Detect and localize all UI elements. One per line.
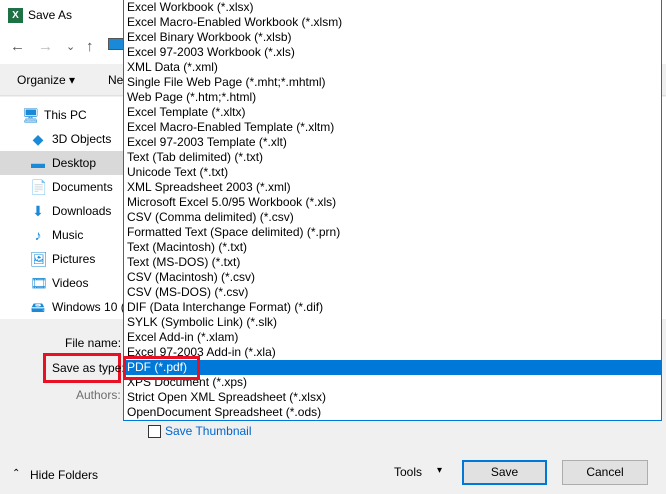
file-type-option[interactable]: Text (MS-DOS) (*.txt) [124, 255, 661, 270]
file-type-option[interactable]: Excel Workbook (*.xlsx) [124, 0, 661, 15]
sidebar-item-label: Music [52, 228, 84, 242]
sidebar-item[interactable]: 🖥 This PC [0, 103, 124, 127]
file-type-option[interactable]: CSV (Macintosh) (*.csv) [124, 270, 661, 285]
sidebar-item-label: Downloads [52, 204, 112, 218]
sidebar-item-label: Pictures [52, 252, 96, 266]
sidebar-item-label: This PC [44, 108, 87, 122]
sidebar-item[interactable]: ◆ 3D Objects [0, 127, 124, 151]
save-as-type-dropdown-list[interactable]: Excel Workbook (*.xlsx) Excel Macro-Enabl… [123, 0, 662, 421]
file-type-option[interactable]: Excel 97-2003 Template (*.xlt) [124, 135, 661, 150]
up-button[interactable]: ↑ [86, 38, 94, 55]
file-name-label: File name: [65, 336, 122, 350]
file-type-option[interactable]: Excel Macro-Enabled Workbook (*.xlsm) [124, 15, 661, 30]
sidebar-icon: ◆ [32, 131, 44, 147]
address-bar-desktop-icon[interactable] [108, 38, 124, 50]
sidebar-item[interactable]: 🖴 Windows 10 ( [0, 295, 125, 319]
new-folder-button[interactable]: Ne [108, 73, 123, 87]
sidebar-icon: 🎞 [30, 275, 48, 291]
file-type-option[interactable]: Microsoft Excel 5.0/95 Workbook (*.xls) [124, 195, 661, 210]
file-type-option[interactable]: XML Data (*.xml) [124, 60, 661, 75]
sidebar-item[interactable]: ♪ Music [0, 223, 124, 247]
sidebar-icon: 🖥 [22, 107, 40, 123]
chevron-up-icon[interactable]: ⌃ [12, 468, 20, 479]
file-type-option[interactable]: Excel 97-2003 Workbook (*.xls) [124, 45, 661, 60]
save-button[interactable]: Save [462, 460, 547, 485]
file-type-option[interactable]: Web Page (*.htm;*.html) [124, 90, 661, 105]
sidebar-item[interactable]: ▬ Desktop [0, 151, 124, 175]
file-type-option[interactable]: Excel Binary Workbook (*.xlsb) [124, 30, 661, 45]
tools-button[interactable]: Tools [394, 465, 422, 479]
file-type-option[interactable]: XPS Document (*.xps) [124, 375, 661, 390]
file-type-option[interactable]: DIF (Data Interchange Format) (*.dif) [124, 300, 661, 315]
file-type-option[interactable]: CSV (MS-DOS) (*.csv) [124, 285, 661, 300]
sidebar-item[interactable]: ⬇ Downloads [0, 199, 124, 223]
file-type-option[interactable]: Excel Template (*.xltx) [124, 105, 661, 120]
file-type-option[interactable]: Excel Macro-Enabled Template (*.xltm) [124, 120, 661, 135]
save-thumbnail-checkbox[interactable] [148, 425, 161, 438]
window-title: Save As [28, 8, 73, 22]
file-type-option[interactable]: Single File Web Page (*.mht;*.mhtml) [124, 75, 661, 90]
excel-icon: X [8, 8, 23, 23]
file-type-option[interactable]: Formatted Text (Space delimited) (*.prn) [124, 225, 661, 240]
authors-label: Authors: [76, 388, 121, 402]
sidebar-item-label: Videos [52, 276, 89, 290]
forward-button[interactable]: → [38, 38, 53, 55]
sidebar-item[interactable]: 🎞 Videos [0, 271, 124, 295]
file-type-option[interactable]: OpenDocument Spreadsheet (*.ods) [124, 405, 661, 420]
sidebar-icon: 🖴 [30, 299, 46, 315]
file-type-option[interactable]: Text (Tab delimited) (*.txt) [124, 150, 661, 165]
file-type-option[interactable]: Strict Open XML Spreadsheet (*.xlsx) [124, 390, 661, 405]
sidebar-item[interactable]: 📄 Documents [0, 175, 124, 199]
sidebar-item-label: Desktop [52, 156, 97, 170]
sidebar-icon: 📄 [30, 179, 48, 195]
file-type-option[interactable]: Excel Add-in (*.xlam) [124, 330, 661, 345]
file-type-option[interactable]: Unicode Text (*.txt) [124, 165, 661, 180]
save-as-type-label: Save as type: [52, 361, 125, 375]
hide-folders-button[interactable]: Hide Folders [30, 468, 98, 482]
recent-locations-button[interactable]: ⌄ [66, 40, 75, 53]
file-type-option[interactable]: XML Spreadsheet 2003 (*.xml) [124, 180, 661, 195]
pdf-option-highlight [123, 356, 200, 380]
sidebar-item-label: 3D Objects [52, 132, 112, 146]
organize-button[interactable]: Organize ▾ [17, 73, 75, 87]
sidebar-icon: ♪ [34, 227, 42, 243]
save-thumbnail-label[interactable]: Save Thumbnail [165, 424, 252, 438]
file-type-option[interactable]: Text (Macintosh) (*.txt) [124, 240, 661, 255]
file-type-option[interactable]: PDF (*.pdf) [124, 360, 661, 375]
cancel-button[interactable]: Cancel [562, 460, 648, 485]
file-type-option[interactable]: CSV (Comma delimited) (*.csv) [124, 210, 661, 225]
sidebar-icon: 🖼 [30, 251, 48, 267]
file-type-option[interactable]: SYLK (Symbolic Link) (*.slk) [124, 315, 661, 330]
sidebar-item[interactable]: 🖼 Pictures [0, 247, 124, 271]
tools-dropdown-arrow-icon[interactable]: ▾ [437, 465, 442, 476]
sidebar-item-label: Windows 10 ( [52, 300, 125, 314]
sidebar-icon: ▬ [31, 155, 45, 171]
sidebar-item-label: Documents [52, 180, 113, 194]
file-type-option[interactable]: Excel 97-2003 Add-in (*.xla) [124, 345, 661, 360]
back-button[interactable]: ← [10, 38, 25, 55]
sidebar-icon: ⬇ [32, 203, 44, 219]
